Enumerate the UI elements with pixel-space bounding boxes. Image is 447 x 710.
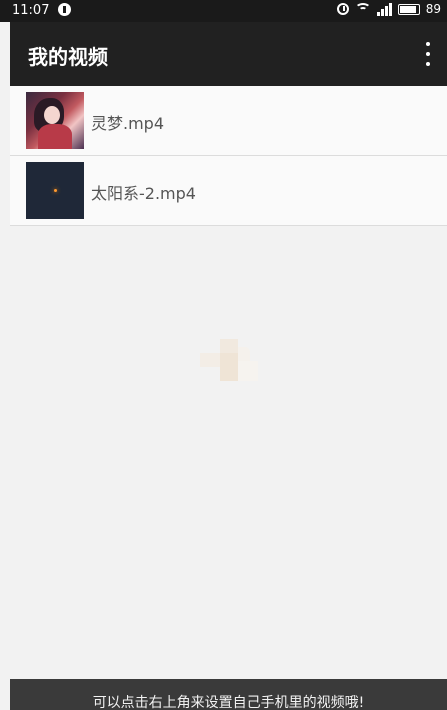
- page-title: 我的视频: [28, 45, 108, 69]
- anime-girl-thumbnail: [26, 92, 84, 149]
- notification-icon: [58, 3, 71, 16]
- status-bar: 11:07 89: [0, 0, 447, 22]
- signal-icon: [376, 2, 392, 16]
- toast-text: 可以点击右上角来设置自己手机里的视频哦!: [92, 695, 365, 710]
- video-list: 灵梦.mp4 太阳系-2.mp4: [10, 86, 447, 226]
- status-time: 11:07: [12, 3, 50, 18]
- toast-message: 可以点击右上角来设置自己手机里的视频哦!: [10, 679, 447, 710]
- video-name: 灵梦.mp4: [91, 114, 165, 133]
- loading-placeholder-icon: [200, 339, 258, 381]
- battery-icon: [397, 3, 420, 15]
- app-bar: 我的视频: [10, 22, 447, 86]
- video-item-solar-system[interactable]: 太阳系-2.mp4: [10, 156, 447, 226]
- wifi-icon: [354, 3, 371, 15]
- more-vert-icon[interactable]: [425, 42, 431, 66]
- status-icons: 89: [336, 2, 441, 16]
- alarm-icon: [336, 3, 349, 15]
- video-item-lingmeng[interactable]: 灵梦.mp4: [10, 86, 447, 156]
- video-name: 太阳系-2.mp4: [91, 184, 196, 203]
- solar-system-thumbnail: [26, 162, 84, 219]
- battery-level: 89: [425, 2, 441, 16]
